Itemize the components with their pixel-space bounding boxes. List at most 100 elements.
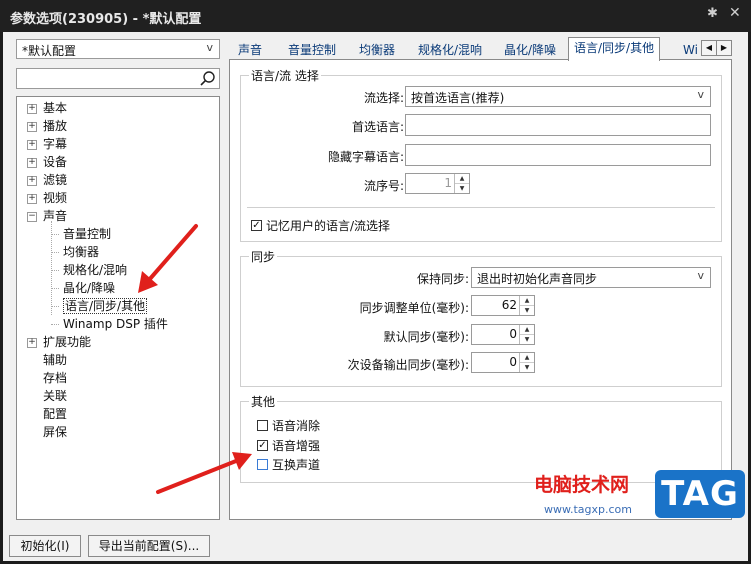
tree-item-label: 声音: [43, 209, 68, 223]
title-bar: 参数选项(230905) - *默认配置 ✱ ✕: [0, 0, 751, 32]
checkbox-box[interactable]: ✓: [251, 220, 262, 231]
hidden-sub-label: 隐藏字幕语言:: [327, 150, 404, 164]
pin-icon[interactable]: ✱: [707, 6, 718, 21]
voice-cancel-label: 语音消除: [272, 419, 321, 433]
tab-2[interactable]: 均衡器: [354, 40, 400, 60]
expand-icon[interactable]: +: [27, 176, 37, 186]
tree-item[interactable]: 基本: [43, 99, 67, 117]
tree-item-label: 音量控制: [63, 227, 112, 241]
tree-item[interactable]: 辅助: [43, 351, 67, 369]
spin-down-icon[interactable]: ▼: [455, 184, 469, 193]
tab-strip: 声音 音量控制 均衡器 规格化/混响 晶化/降噪 语言/同步/其他 Wi: [231, 37, 731, 61]
tree-item-label: 播放: [43, 119, 68, 133]
tab-1[interactable]: 音量控制: [283, 40, 341, 60]
tree-item-label: 辅助: [43, 353, 68, 367]
tree-item[interactable]: 配置: [43, 405, 67, 423]
tab-5[interactable]: 语言/同步/其他: [568, 37, 661, 61]
spin-up-icon[interactable]: ▲: [520, 353, 534, 363]
secondary-sync-stepper[interactable]: 0 ▲ ▼: [471, 352, 535, 373]
checkbox-box[interactable]: ✓: [257, 440, 268, 451]
tab-3[interactable]: 规格化/混响: [413, 40, 487, 60]
close-icon[interactable]: ✕: [729, 5, 741, 21]
chevron-down-icon: v: [697, 269, 704, 282]
collapse-icon[interactable]: −: [27, 212, 37, 222]
sync-group: 同步 保持同步: 退出时初始化声音同步 v 同步调整单位(毫秒): 62 ▲ ▼ …: [240, 248, 722, 387]
spin-up-icon[interactable]: ▲: [520, 296, 534, 306]
adjust-unit-label: 同步调整单位(毫秒):: [359, 301, 469, 315]
sync-group-title: 同步: [249, 248, 278, 265]
stream-select-value: 按首选语言(推荐): [411, 91, 505, 105]
expand-icon[interactable]: +: [27, 140, 37, 150]
default-sync-value: 0: [509, 327, 517, 341]
default-sync-label: 默认同步(毫秒):: [383, 330, 469, 344]
tab-0[interactable]: 声音: [233, 40, 267, 60]
tree-item[interactable]: 晶化/降噪: [63, 279, 115, 297]
tab-6[interactable]: Wi: [678, 40, 703, 60]
checkbox-box[interactable]: [257, 459, 268, 470]
tab-scroll-right-icon[interactable]: ▶: [716, 40, 732, 56]
secondary-sync-label: 次设备输出同步(毫秒):: [347, 358, 469, 372]
tree-item[interactable]: 规格化/混响: [63, 261, 127, 279]
keep-sync-label: 保持同步:: [416, 272, 469, 286]
tree-item[interactable]: 扩展功能: [43, 333, 91, 351]
expand-icon[interactable]: +: [27, 104, 37, 114]
chevron-down-icon: v: [206, 41, 213, 54]
tree-item-label: 基本: [43, 101, 68, 115]
default-sync-stepper[interactable]: 0 ▲ ▼: [471, 324, 535, 345]
hidden-sub-input[interactable]: [405, 144, 711, 166]
tree-item[interactable]: 视频: [43, 189, 67, 207]
tree-item[interactable]: 字幕: [43, 135, 67, 153]
tree-item-label: 关联: [43, 389, 68, 403]
tree-connector: [51, 221, 52, 315]
expand-icon[interactable]: +: [27, 194, 37, 204]
stream-select[interactable]: 按首选语言(推荐) v: [405, 86, 711, 107]
tree-item[interactable]: 存档: [43, 369, 67, 387]
search-icon[interactable]: [199, 70, 216, 87]
tree-connector: [51, 234, 59, 235]
tree-item[interactable]: 声音: [43, 207, 67, 225]
checkbox-box[interactable]: [257, 420, 268, 431]
preferred-lang-input[interactable]: [405, 114, 711, 136]
expand-icon[interactable]: +: [27, 158, 37, 168]
keep-sync-select[interactable]: 退出时初始化声音同步 v: [471, 267, 711, 288]
tree-item-label: 存档: [43, 371, 68, 385]
tree-item[interactable]: 语言/同步/其他: [63, 297, 148, 315]
spin-down-icon[interactable]: ▼: [520, 335, 534, 344]
export-config-button[interactable]: 导出当前配置(S)...: [88, 535, 210, 557]
settings-tree[interactable]: 基本 + 播放 + 字幕 + 设备 + 滤镜 + 视频 + 声音 − 音量控制均衡器 规格化/混响 晶化/降噪语…: [16, 96, 220, 520]
init-button[interactable]: 初始化(I): [9, 535, 81, 557]
expand-icon[interactable]: +: [27, 122, 37, 132]
adjust-unit-value: 62: [501, 298, 517, 312]
profile-select[interactable]: *默认配置 v: [16, 39, 220, 59]
tree-connector: [51, 288, 59, 289]
tree-item[interactable]: 播放: [43, 117, 67, 135]
adjust-unit-stepper[interactable]: 62 ▲ ▼: [471, 295, 535, 316]
watermark-url: www.tagxp.com: [544, 503, 632, 516]
spin-up-icon[interactable]: ▲: [455, 174, 469, 184]
other-group-title: 其他: [249, 393, 278, 410]
tree-item-label: 字幕: [43, 137, 68, 151]
tree-item[interactable]: 均衡器: [63, 243, 99, 261]
tree-item[interactable]: 屏保: [43, 423, 67, 441]
lang-group: 语言/流 选择 流选择: 按首选语言(推荐) v 首选语言: 隐藏字幕语言: 流…: [240, 67, 722, 242]
tab-scroll-left-icon[interactable]: ◀: [701, 40, 717, 56]
tree-item[interactable]: 滤镜: [43, 171, 67, 189]
remember-label: 记忆用户的语言/流选择: [266, 219, 391, 233]
tree-item[interactable]: 关联: [43, 387, 67, 405]
tree-item-label: 设备: [43, 155, 68, 169]
tree-item[interactable]: Winamp DSP 插件: [63, 315, 168, 333]
dialog-body: *默认配置 v 基本 + 播放 + 字幕 + 设备 + 滤镜 + 视频 + 声音 − 音量控制 均衡器 规格化/…: [3, 32, 748, 561]
tree-item[interactable]: 设备: [43, 153, 67, 171]
spin-up-icon[interactable]: ▲: [520, 325, 534, 335]
tree-connector: [51, 324, 59, 325]
expand-icon[interactable]: +: [27, 338, 37, 348]
spin-down-icon[interactable]: ▼: [520, 306, 534, 315]
stream-no-stepper[interactable]: 1 ▲ ▼: [405, 173, 470, 194]
spin-down-icon[interactable]: ▼: [520, 363, 534, 372]
tab-4[interactable]: 晶化/降噪: [499, 40, 561, 60]
other-group: 其他 语音消除 ✓ 语音增强 互换声道: [240, 393, 722, 483]
keep-sync-value: 退出时初始化声音同步: [477, 272, 598, 286]
tree-item[interactable]: 音量控制: [63, 225, 111, 243]
tree-item-label: 配置: [43, 407, 68, 421]
search-input[interactable]: [16, 68, 220, 89]
